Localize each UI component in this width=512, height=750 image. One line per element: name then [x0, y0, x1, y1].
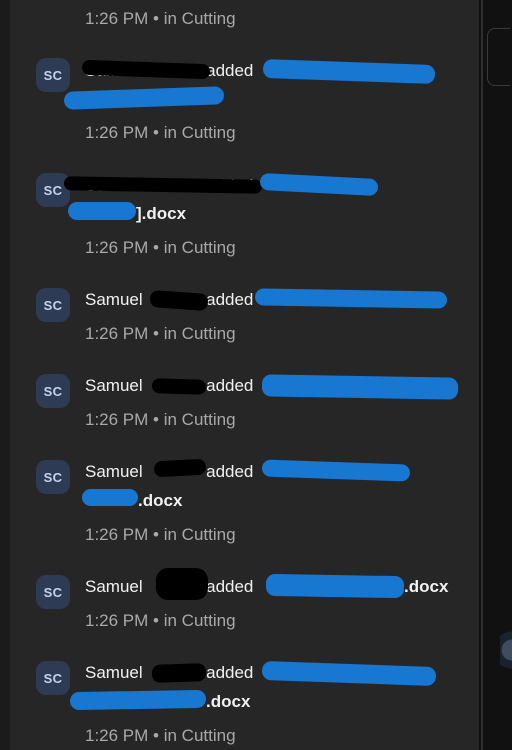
verb: added [206, 663, 254, 682]
activity-meta: 1:26 PM • in Cutting [85, 726, 236, 745]
activity-meta: 1:26 PM • in Cutting [85, 123, 236, 142]
avatar[interactable]: SC [36, 374, 70, 408]
avatar[interactable]: SC [36, 661, 70, 695]
avatar[interactable]: SC [36, 575, 70, 609]
verb: added [206, 577, 254, 596]
redaction [265, 573, 405, 599]
redaction [254, 288, 448, 309]
redaction [153, 458, 207, 478]
avatar[interactable]: SC [36, 288, 70, 322]
activity-meta: 1:26 PM • in Cutting [85, 410, 236, 429]
side-tab[interactable] [487, 28, 510, 86]
window-edge [479, 0, 512, 750]
verb: added [206, 462, 254, 481]
verb: added [206, 61, 254, 80]
redaction [151, 663, 207, 683]
file-suffix: .docx [206, 692, 251, 711]
verb: added [206, 376, 254, 395]
file-suffix: ].docx [136, 204, 187, 223]
redaction [69, 689, 207, 711]
redaction [68, 202, 136, 220]
emblem-icon [500, 610, 512, 690]
redaction [156, 568, 208, 600]
activity-meta: 1:26 PM • in Cutting [85, 324, 236, 343]
user-name[interactable]: Samuel [85, 290, 143, 309]
redaction [261, 374, 459, 400]
activity-meta: 1:26 PM • in Cutting [85, 238, 236, 257]
verb: added [206, 290, 254, 309]
redaction [82, 489, 138, 506]
scrollbar-track[interactable] [481, 0, 483, 750]
user-name[interactable]: Samuel [85, 577, 143, 596]
user-name[interactable]: Samuel [85, 663, 143, 682]
avatar[interactable]: SC [36, 460, 70, 494]
user-name[interactable]: Samuel [85, 376, 143, 395]
activity-meta: 1:26 PM • in Cutting [85, 9, 236, 28]
user-name[interactable]: Samuel [85, 462, 143, 481]
redaction [151, 378, 207, 395]
avatar[interactable]: SC [36, 58, 70, 92]
file-suffix: .docx [138, 491, 183, 510]
activity-meta: 1:26 PM • in Cutting [85, 525, 236, 544]
activity-meta: 1:26 PM • in Cutting [85, 611, 236, 630]
file-suffix: .docx [404, 577, 449, 596]
